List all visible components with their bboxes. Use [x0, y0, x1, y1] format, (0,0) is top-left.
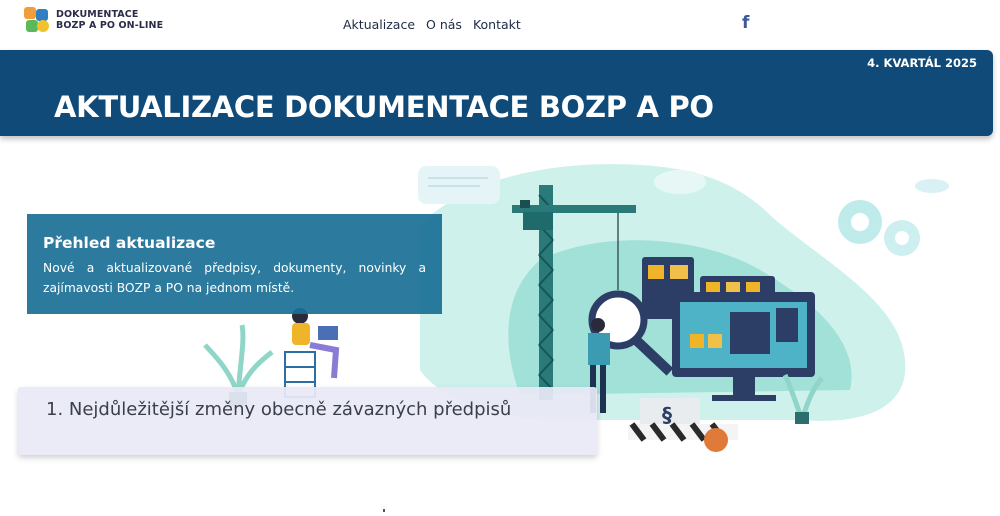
nav-link-kontakt[interactable]: Kontakt — [473, 17, 521, 32]
hero-banner: 4. KVARTÁL 2025 AKTUALIZACE DOKUMENTACE … — [0, 50, 993, 136]
quarter-label: 4. KVARTÁL 2025 — [867, 56, 977, 70]
logo[interactable]: DOKUMENTACE BOZP A PO ON-LINE — [24, 7, 163, 33]
logo-text: DOKUMENTACE BOZP A PO ON-LINE — [56, 9, 163, 31]
nav-link-aktualizace[interactable]: Aktualizace — [343, 17, 415, 32]
divider — [383, 509, 385, 512]
page-title: AKTUALIZACE DOKUMENTACE BOZP A PO — [54, 90, 714, 124]
overview-heading: Přehled aktualizace — [43, 234, 216, 252]
svg-text:§: § — [662, 403, 672, 427]
overview-card: Přehled aktualizace Nové a aktualizované… — [27, 214, 442, 314]
accordion-item-1[interactable]: 1. Nejdůležitější změny obecně závazných… — [18, 387, 597, 455]
logo-line-2: BOZP A PO ON-LINE — [56, 20, 164, 31]
main-menu: Aktualizace O nás Kontakt — [343, 17, 521, 32]
logo-line-1: DOKUMENTACE — [56, 9, 139, 20]
nav-link-o-nas[interactable]: O nás — [426, 17, 462, 32]
overview-text: Nové a aktualizované předpisy, dokumenty… — [43, 261, 426, 295]
logo-icon — [24, 7, 50, 33]
page: DOKUMENTACE BOZP A PO ON-LINE Aktualizac… — [0, 0, 1000, 516]
accordion-item-label: 1. Nejdůležitější změny obecně závazných… — [46, 399, 512, 420]
top-navigation: DOKUMENTACE BOZP A PO ON-LINE Aktualizac… — [0, 0, 1000, 50]
facebook-icon[interactable]: f — [742, 13, 756, 33]
